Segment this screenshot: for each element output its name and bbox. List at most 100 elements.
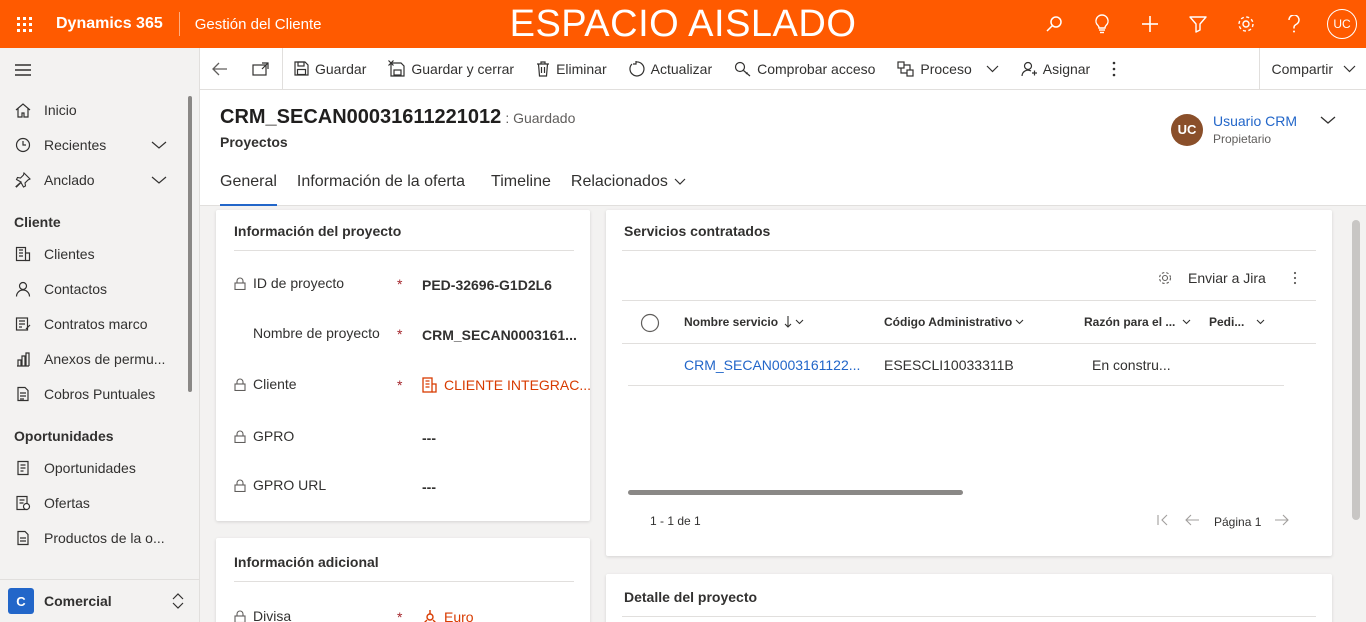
divider bbox=[622, 343, 1316, 344]
tab-informacion-oferta[interactable]: Información de la oferta bbox=[297, 170, 465, 206]
tab-relacionados[interactable]: Relacionados bbox=[571, 170, 686, 206]
process-button[interactable]: Proceso bbox=[886, 48, 1009, 90]
site-map-toggle[interactable] bbox=[0, 48, 199, 92]
field-label-gpro-url: GPRO URL bbox=[234, 477, 326, 493]
section-title: Detalle del proyecto bbox=[624, 589, 758, 605]
app-name[interactable]: Dynamics 365 bbox=[48, 12, 180, 36]
owner-field[interactable]: UC Usuario CRM Propietario bbox=[1171, 113, 1297, 146]
field-value-nombre-proyecto[interactable]: CRM_SECAN0003161... bbox=[422, 327, 577, 343]
open-new-window-button[interactable] bbox=[240, 48, 282, 90]
field-value-divisa[interactable]: Euro bbox=[422, 609, 474, 622]
sidebar-item-anexos[interactable]: Anexos de permu... bbox=[0, 341, 199, 376]
check-access-button[interactable]: Comprobar acceso bbox=[723, 48, 886, 90]
first-page-button[interactable] bbox=[1156, 513, 1170, 529]
app-launcher-button[interactable] bbox=[0, 0, 48, 48]
column-header-codigo-administrativo[interactable]: Código Administrativo bbox=[884, 315, 1024, 329]
settings-button[interactable] bbox=[1222, 0, 1270, 48]
horizontal-scrollbar[interactable] bbox=[628, 490, 963, 495]
pin-icon bbox=[14, 171, 32, 189]
sidebar-item-contactos[interactable]: Contactos bbox=[0, 271, 199, 306]
trash-icon bbox=[536, 60, 550, 77]
next-page-button[interactable] bbox=[1274, 513, 1290, 529]
chevron-down-icon[interactable] bbox=[151, 137, 167, 153]
more-vertical-icon bbox=[1293, 271, 1297, 285]
filter-button[interactable] bbox=[1174, 0, 1222, 48]
more-commands-button[interactable] bbox=[1101, 48, 1127, 90]
save-button[interactable]: Guardar bbox=[283, 48, 377, 90]
home-icon bbox=[14, 101, 32, 119]
field-value-cliente[interactable]: CLIENTE INTEGRAC... bbox=[422, 377, 591, 393]
field-label-divisa: Divisa bbox=[234, 608, 291, 622]
lookup-text: Euro bbox=[444, 609, 474, 622]
field-value-id-proyecto[interactable]: PED-32696-G1D2L6 bbox=[422, 277, 552, 293]
check-access-label: Comprobar acceso bbox=[757, 60, 876, 77]
area-switcher[interactable]: C Comercial bbox=[0, 579, 199, 622]
save-close-button[interactable]: Guardar y cerrar bbox=[377, 48, 525, 90]
new-button[interactable] bbox=[1126, 0, 1174, 48]
annex-icon bbox=[14, 350, 32, 368]
field-value-gpro-url[interactable]: --- bbox=[422, 479, 436, 495]
sidebar-scrollbar[interactable] bbox=[188, 96, 192, 392]
share-button[interactable]: Compartir bbox=[1258, 48, 1366, 90]
sidebar-item-clientes[interactable]: Clientes bbox=[0, 236, 199, 271]
column-header-nombre-servicio[interactable]: Nombre servicio bbox=[684, 315, 804, 329]
chevron-down-icon[interactable] bbox=[151, 172, 167, 188]
back-button[interactable] bbox=[200, 48, 240, 90]
sidebar-item-anclado[interactable]: Anclado bbox=[0, 162, 199, 197]
record-entity: Proyectos bbox=[220, 134, 288, 150]
field-value-gpro[interactable]: --- bbox=[422, 430, 436, 446]
search-button[interactable] bbox=[1030, 0, 1078, 48]
sidebar-item-contratos-marco[interactable]: Contratos marco bbox=[0, 306, 199, 341]
header-expand-button[interactable] bbox=[1320, 112, 1336, 128]
divider bbox=[628, 385, 1284, 386]
sidebar-item-cobros-puntuales[interactable]: Cobros Puntuales bbox=[0, 376, 199, 411]
send-jira-button[interactable]: Enviar a Jira bbox=[1158, 270, 1266, 286]
sidebar-item-oportunidades[interactable]: Oportunidades bbox=[0, 450, 199, 485]
owner-name-link[interactable]: Usuario CRM bbox=[1213, 113, 1297, 129]
page-scrollbar[interactable] bbox=[1352, 220, 1360, 520]
project-info-section: Información del proyecto ID de proyecto … bbox=[216, 210, 591, 521]
record-title: CRM_SECAN00031611221012: Guardado bbox=[220, 106, 575, 129]
sidebar-item-ofertas[interactable]: Ofertas bbox=[0, 485, 199, 520]
accounts-icon bbox=[14, 245, 32, 263]
tab-timeline[interactable]: Timeline bbox=[491, 170, 551, 206]
help-button[interactable] bbox=[1270, 0, 1318, 48]
refresh-button[interactable]: Actualizar bbox=[618, 48, 723, 90]
send-jira-label: Enviar a Jira bbox=[1188, 270, 1266, 286]
area-name: Comercial bbox=[44, 593, 112, 609]
more-options-button[interactable] bbox=[1293, 271, 1297, 288]
column-header-pedido[interactable]: Pedi... bbox=[1209, 315, 1265, 329]
sidebar-group-title: Cliente bbox=[14, 214, 61, 230]
module-name[interactable]: Gestión del Cliente bbox=[180, 16, 322, 33]
sidebar-item-inicio[interactable]: Inicio bbox=[0, 92, 199, 127]
page-indicator: Página 1 bbox=[1214, 515, 1262, 529]
sidebar-item-label: Inicio bbox=[44, 101, 77, 118]
record-count: 1 - 1 de 1 bbox=[650, 514, 701, 528]
section-title: Información adicional bbox=[234, 554, 379, 570]
assign-person-icon bbox=[1021, 61, 1037, 77]
sidebar-item-label: Cobros Puntuales bbox=[44, 385, 156, 402]
sidebar-item-productos[interactable]: Productos de la o... bbox=[0, 520, 199, 555]
cell-razon: En constru... bbox=[1092, 357, 1171, 373]
cell-nombre-servicio-link[interactable]: CRM_SECAN0003161122... bbox=[684, 357, 860, 373]
assign-button[interactable]: Asignar bbox=[1010, 48, 1101, 90]
delete-button[interactable]: Eliminar bbox=[525, 48, 618, 90]
required-marker: * bbox=[397, 276, 403, 292]
sidebar-item-recientes[interactable]: Recientes bbox=[0, 127, 199, 162]
divider bbox=[622, 300, 1316, 301]
tab-general[interactable]: General bbox=[220, 170, 277, 206]
services-subgrid-section: Servicios contratados Enviar a Jira Nomb… bbox=[606, 210, 1332, 556]
column-title: Nombre servicio bbox=[684, 315, 779, 329]
lightbulb-icon bbox=[1095, 14, 1109, 34]
top-bar: Dynamics 365 Gestión del Cliente ESPACIO… bbox=[0, 0, 1366, 48]
column-header-razon[interactable]: Razón para el ... bbox=[1084, 315, 1191, 329]
chevron-down-icon bbox=[1343, 65, 1356, 73]
ideas-button[interactable] bbox=[1078, 0, 1126, 48]
label-text: Nombre de proyecto bbox=[253, 325, 380, 341]
chevron-down-icon bbox=[1256, 319, 1265, 325]
project-detail-section: Detalle del proyecto bbox=[606, 574, 1332, 622]
user-avatar[interactable]: UC bbox=[1327, 9, 1357, 39]
record-header: CRM_SECAN00031611221012: Guardado Proyec… bbox=[200, 90, 1366, 206]
previous-page-button[interactable] bbox=[1184, 513, 1200, 529]
select-all-checkbox[interactable] bbox=[640, 313, 660, 336]
